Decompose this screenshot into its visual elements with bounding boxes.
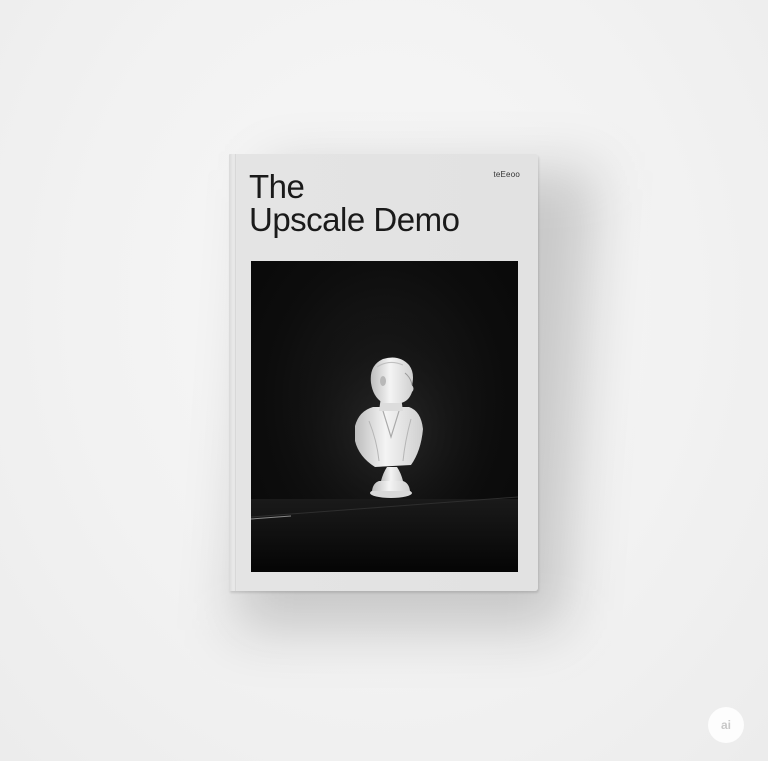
book-cover: The Upscale Demo teEeoo [229, 154, 538, 591]
bust-sculpture-image [251, 311, 518, 572]
book-title-line-1: The [249, 168, 305, 205]
watermark-badge: ai [708, 707, 744, 743]
book-title: The Upscale Demo [249, 170, 519, 236]
scene-background: The Upscale Demo teEeoo ai [0, 0, 768, 761]
book-title-line-2: Upscale Demo [249, 201, 460, 238]
cover-photo [251, 261, 518, 572]
book-spine [235, 154, 236, 591]
publisher-mark: teEeoo [493, 170, 520, 179]
